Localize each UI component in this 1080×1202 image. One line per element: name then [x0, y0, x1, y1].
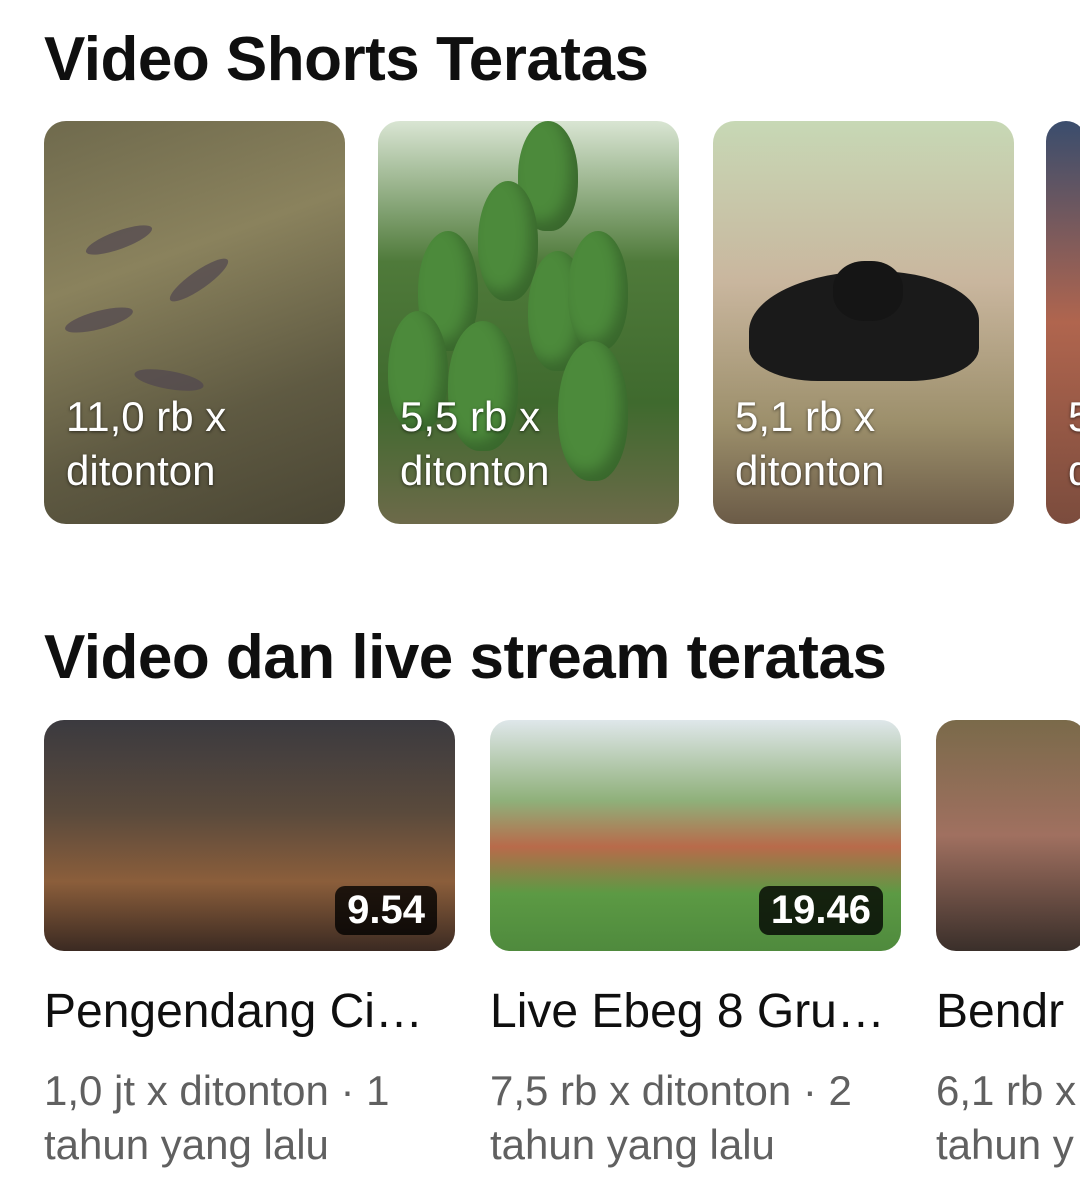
- papaya-shape: [478, 181, 538, 301]
- short-card[interactable]: 5,1 rb x ditonton: [713, 121, 1014, 524]
- short-view-count: 5,1 rb x ditonton: [735, 393, 885, 494]
- papaya-shape: [558, 341, 628, 481]
- short-card[interactable]: 11,0 rb x ditonton: [44, 121, 345, 524]
- short-view-count: 5,5 rb x ditonton: [400, 393, 550, 494]
- video-title[interactable]: Bendr: [936, 984, 1080, 1039]
- video-meta: 1,0 jt x ditonton · 1 tahun yang lalu: [44, 1067, 390, 1168]
- video-duration: 19.46: [758, 886, 883, 935]
- videos-section-title: Video dan live stream teratas: [44, 623, 887, 692]
- video-thumbnail[interactable]: 9.54: [44, 720, 455, 951]
- video-meta: 7,5 rb x ditonton · 2 tahun yang lalu: [490, 1067, 852, 1168]
- video-thumbnail[interactable]: 19.46: [490, 720, 901, 951]
- papaya-shape: [568, 231, 628, 351]
- short-card-partial[interactable]: 5 d: [1046, 121, 1080, 524]
- fish-shape: [165, 252, 233, 308]
- video-duration: 9.54: [335, 886, 437, 935]
- shorts-section-title: Video Shorts Teratas: [44, 25, 649, 94]
- video-title[interactable]: Live Ebeg 8 Gru…: [490, 984, 905, 1039]
- video-meta: 6,1 rb x tahun y: [936, 1067, 1077, 1168]
- short-view-count: 11,0 rb x ditonton: [66, 393, 227, 494]
- cat-head-shape: [833, 261, 903, 321]
- short-card[interactable]: 5,5 rb x ditonton: [378, 121, 679, 524]
- short-view-count: 5 d: [1068, 393, 1080, 494]
- fish-shape: [83, 219, 155, 261]
- video-title[interactable]: Pengendang Ci…: [44, 984, 449, 1039]
- video-thumbnail-partial[interactable]: [936, 720, 1080, 951]
- fish-shape: [62, 302, 136, 338]
